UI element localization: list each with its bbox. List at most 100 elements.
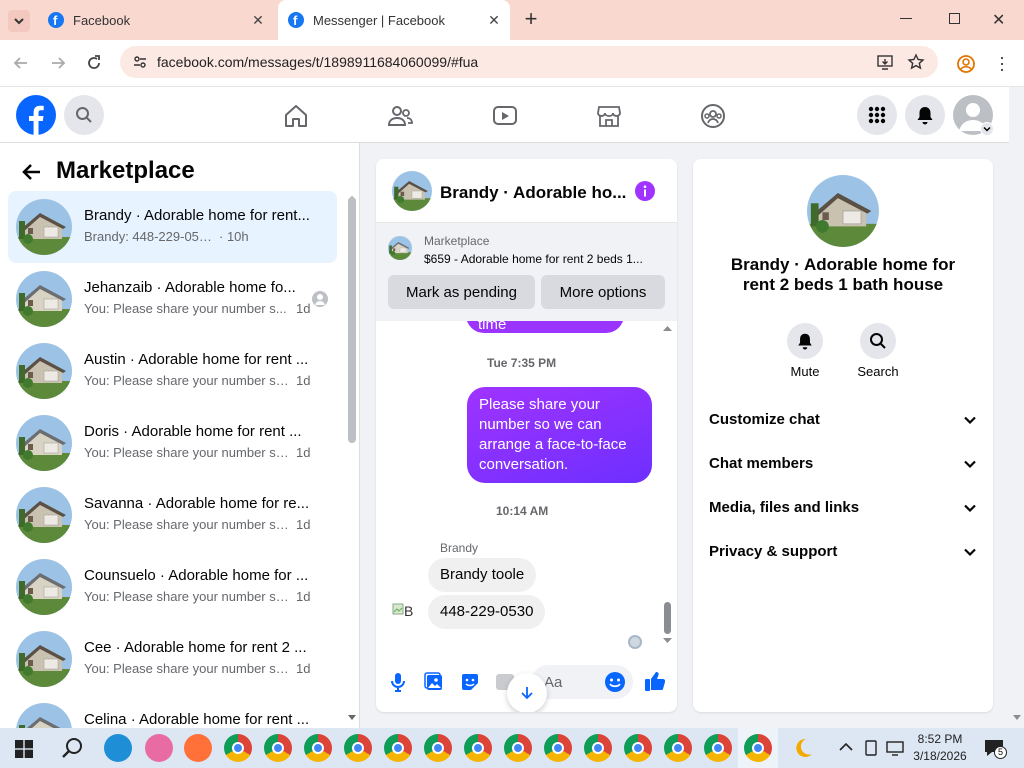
tab-messenger[interactable]: Messenger | Facebook ✕ <box>278 0 510 40</box>
close-tab-icon[interactable]: ✕ <box>250 12 266 28</box>
chrome-icon[interactable] <box>344 734 372 762</box>
info-section-toggle[interactable]: Privacy & support <box>709 543 979 563</box>
chrome-icon[interactable] <box>504 734 532 762</box>
facebook-logo-icon[interactable] <box>16 95 56 135</box>
home-icon[interactable] <box>283 103 309 129</box>
groups-icon[interactable] <box>700 103 726 129</box>
chat-scrollbar[interactable] <box>664 602 671 634</box>
url-text: facebook.com/messages/t/1898911684060099… <box>157 54 479 70</box>
chat-title[interactable]: Brandy · Adorable ho... <box>440 183 630 203</box>
browser-toolbar: facebook.com/messages/t/1898911684060099… <box>0 40 1024 87</box>
scroll-to-bottom-button[interactable] <box>507 673 547 712</box>
conversation-item[interactable]: Jehanzaib · Adorable home fo... You: Plea… <box>8 263 337 335</box>
info-section-toggle[interactable]: Media, files and links <box>709 499 979 519</box>
install-app-icon[interactable] <box>876 53 894 71</box>
scroll-down-arrow[interactable] <box>348 715 356 721</box>
conversation-title: Doris · Adorable home for rent ... <box>84 423 302 440</box>
conversation-item[interactable]: Doris · Adorable home for rent ... You: P… <box>8 407 337 479</box>
page-scrollbar[interactable] <box>1010 143 1024 728</box>
search-conversation-button[interactable]: Search <box>853 323 903 379</box>
chrome-icon[interactable] <box>424 734 452 762</box>
incoming-message[interactable]: 448-229-0530 <box>428 595 546 629</box>
chrome-icon[interactable] <box>384 734 412 762</box>
message-placeholder: Aa <box>544 674 563 691</box>
conversation-item[interactable]: Savanna · Adorable home for re... You: Pl… <box>8 479 337 551</box>
chrome-icon[interactable] <box>624 734 652 762</box>
device-icon[interactable] <box>863 740 879 756</box>
chrome-icon[interactable] <box>584 734 612 762</box>
info-icon[interactable] <box>635 181 655 201</box>
tab-facebook[interactable]: Facebook ✕ <box>38 0 274 40</box>
sticker-icon[interactable] <box>460 672 480 692</box>
conversation-time: 1d <box>296 373 311 388</box>
conversation-item[interactable]: Austin · Adorable home for rent ... You: … <box>8 335 337 407</box>
photo-icon[interactable] <box>424 672 444 692</box>
chrome-icon[interactable] <box>224 734 252 762</box>
profile-icon[interactable] <box>956 54 976 74</box>
friends-icon[interactable] <box>387 103 413 129</box>
reload-button[interactable] <box>85 54 103 72</box>
thumbs-up-icon[interactable] <box>644 670 666 692</box>
firefox-icon[interactable] <box>184 734 212 762</box>
back-arrow-icon[interactable] <box>22 162 42 182</box>
browser-menu-icon[interactable]: · · · <box>999 48 1005 78</box>
mute-button[interactable]: Mute <box>785 323 825 379</box>
grid-menu-icon <box>868 106 886 124</box>
edge-icon[interactable] <box>104 734 132 762</box>
emoji-icon[interactable] <box>604 671 626 693</box>
sidebar-scrollbar[interactable] <box>348 197 356 443</box>
menu-button[interactable] <box>857 95 897 135</box>
info-avatar[interactable] <box>807 175 879 247</box>
paint-icon[interactable] <box>145 734 173 762</box>
outgoing-message[interactable]: Please share your number so we can arran… <box>467 387 652 483</box>
chrome-icon[interactable] <box>264 734 292 762</box>
chrome-icon[interactable] <box>304 734 332 762</box>
clock[interactable]: 8:52 PM 3/18/2026 <box>912 731 968 765</box>
site-settings-icon[interactable] <box>132 54 148 70</box>
conversation-item[interactable]: Cee · Adorable home for rent 2 ... You: P… <box>8 623 337 695</box>
new-tab-button[interactable]: + <box>520 8 542 31</box>
more-options-button[interactable]: More options <box>541 275 665 309</box>
tray-expand-icon[interactable] <box>839 742 853 752</box>
minimize-button[interactable] <box>900 18 912 19</box>
chrome-icon[interactable] <box>664 734 692 762</box>
sender-avatar[interactable]: B <box>392 603 420 623</box>
forward-button[interactable] <box>49 54 67 72</box>
close-tab-icon[interactable]: ✕ <box>486 12 502 28</box>
chrome-icon[interactable] <box>544 734 572 762</box>
notification-center-button[interactable]: 5 <box>983 738 1007 759</box>
tab-search-button[interactable] <box>8 10 30 32</box>
chrome-icon[interactable] <box>464 734 492 762</box>
conversation-item[interactable]: Brandy · Adorable home for rent... Brandy… <box>8 191 337 263</box>
conversation-item[interactable]: Counsuelo · Adorable home for ... You: Pl… <box>8 551 337 623</box>
search-button[interactable] <box>64 95 104 135</box>
bookmark-star-icon[interactable] <box>907 53 925 71</box>
conversation-time: 1d <box>296 445 311 460</box>
info-section-toggle[interactable]: Customize chat <box>709 411 979 431</box>
incoming-message[interactable]: Brandy toole <box>428 558 537 592</box>
restore-button[interactable] <box>949 13 960 24</box>
video-icon[interactable] <box>492 103 518 129</box>
chat-scroll-up[interactable] <box>663 325 672 331</box>
marketplace-icon[interactable] <box>596 103 622 129</box>
listing-thumbnail[interactable] <box>388 236 412 260</box>
address-bar[interactable]: facebook.com/messages/t/1898911684060099… <box>120 46 938 78</box>
mark-as-pending-button[interactable]: Mark as pending <box>388 275 535 309</box>
moon-weather-icon[interactable] <box>791 736 815 760</box>
chat-scroll-down[interactable] <box>663 638 672 644</box>
network-icon[interactable] <box>886 740 904 756</box>
back-button[interactable] <box>12 54 30 72</box>
chrome-icon[interactable] <box>704 734 732 762</box>
chrome-icon[interactable] <box>744 734 772 762</box>
close-window-button[interactable]: ✕ <box>992 10 1005 30</box>
info-section-toggle[interactable]: Chat members <box>709 455 979 475</box>
house-photo <box>16 631 72 687</box>
microphone-icon[interactable] <box>390 672 406 692</box>
taskbar-search-icon[interactable] <box>61 737 83 759</box>
windows-start-icon[interactable] <box>15 740 33 758</box>
account-chevron-icon[interactable] <box>980 122 994 136</box>
chat-avatar[interactable] <box>392 171 432 211</box>
conversation-item[interactable]: Celina · Adorable home for rent ... <box>8 695 337 728</box>
notifications-button[interactable] <box>905 95 945 135</box>
listing-title[interactable]: $659 - Adorable home for rent 2 beds 1..… <box>424 252 669 266</box>
